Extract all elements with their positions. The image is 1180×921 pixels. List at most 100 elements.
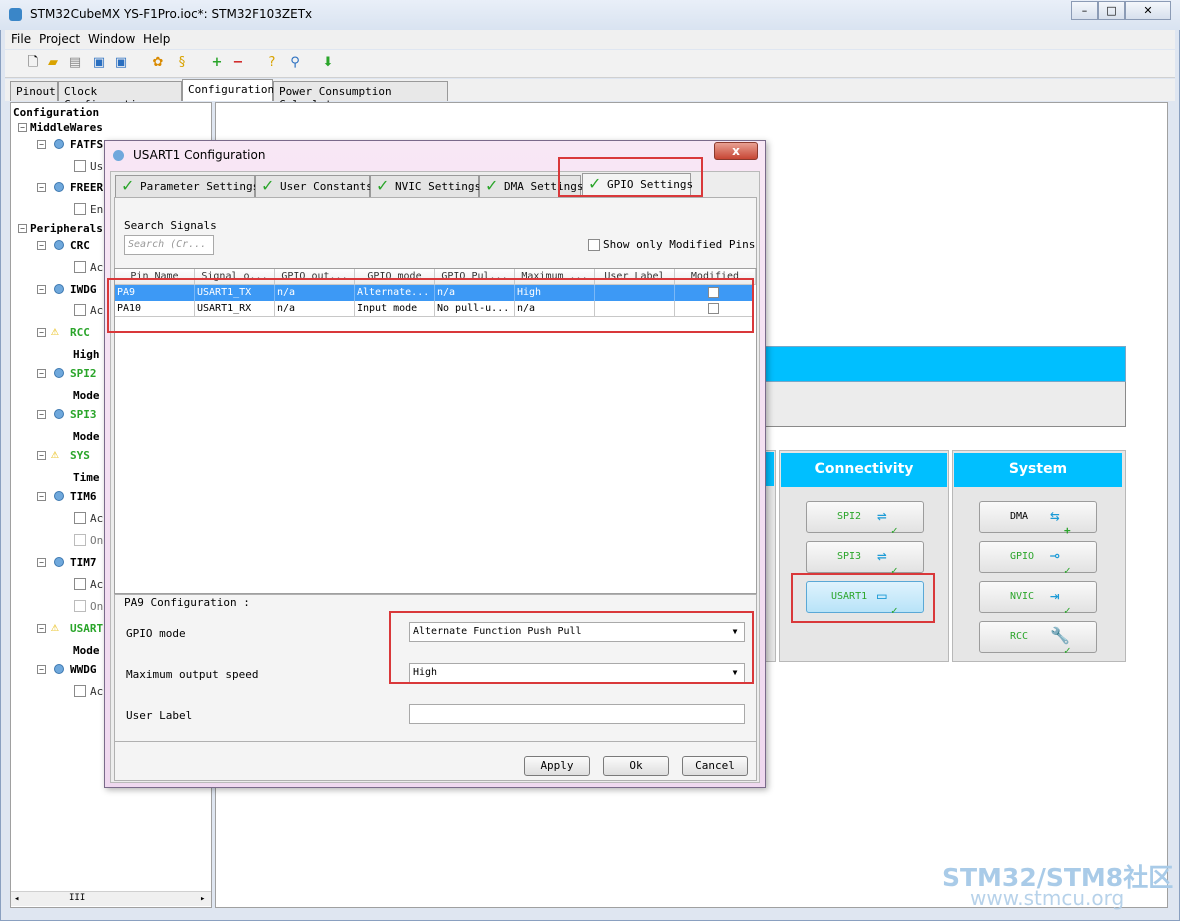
dialog-body: ✓ Parameter Settings ✓ User Constants ✓ NVI… xyxy=(110,171,760,783)
tab-clock-configuration[interactable]: Clock Configuration xyxy=(58,81,182,111)
checkbox[interactable] xyxy=(74,685,86,697)
tree-sub-label: Ac xyxy=(90,304,104,317)
tab-power-consumption[interactable]: Power Consumption Calculator xyxy=(273,81,448,111)
scroll-left-icon[interactable]: ◂ xyxy=(14,894,19,904)
toolbar: 🗋 ▰ ▤ ▣ ▣ ✿ § + − ? ⚲ ⬇ xyxy=(5,50,1175,78)
tree-item-tim6[interactable]: TIM6 xyxy=(70,490,97,503)
horizontal-scrollbar[interactable]: ◂ III ▸ xyxy=(11,891,211,906)
collapse-icon[interactable]: − xyxy=(37,558,46,567)
usart1-config-dialog: USART1 Configuration x ✓ Parameter Settin… xyxy=(104,140,766,788)
speed-label: Maximum output speed xyxy=(126,668,259,681)
cancel-button[interactable]: Cancel xyxy=(682,756,748,776)
collapse-icon[interactable]: − xyxy=(37,140,46,149)
collapse-icon[interactable]: − xyxy=(18,224,27,233)
save-icon[interactable]: ▣ xyxy=(91,55,107,71)
scroll-right-icon[interactable]: ▸ xyxy=(200,894,205,904)
tree-item-rcc[interactable]: RCC xyxy=(70,326,90,339)
tab-parameter-settings[interactable]: ✓ Parameter Settings xyxy=(115,175,259,197)
menu-window[interactable]: Window xyxy=(88,32,135,46)
tree-sub-label: Ac xyxy=(90,685,104,698)
copy-icon[interactable]: ▤ xyxy=(67,55,83,71)
ok-button[interactable]: Ok xyxy=(603,756,669,776)
tab-nvic-settings[interactable]: ✓ NVIC Settings xyxy=(370,175,481,197)
checkbox[interactable] xyxy=(74,261,86,273)
scroll-thumb[interactable]: III xyxy=(69,893,85,903)
checkbox[interactable] xyxy=(74,160,86,172)
report-icon[interactable]: § xyxy=(174,55,190,71)
user-label-input[interactable] xyxy=(409,704,745,724)
help-icon[interactable]: ? xyxy=(264,55,280,71)
collapse-icon[interactable]: − xyxy=(18,123,27,132)
tree-sub-label: On xyxy=(90,600,104,613)
tab-pinout[interactable]: Pinout xyxy=(10,81,58,101)
collapse-icon[interactable]: − xyxy=(37,328,46,337)
generate-icon[interactable]: ✿ xyxy=(150,55,166,71)
spi2-button[interactable]: SPI2 ⇌ ✓ xyxy=(806,501,924,537)
window-title: STM32CubeMX YS-F1Pro.ioc*: STM32F103ZETx xyxy=(30,7,313,21)
menu-file[interactable]: File xyxy=(11,32,31,46)
checkbox[interactable] xyxy=(74,203,86,215)
remove-icon[interactable]: − xyxy=(230,55,246,71)
collapse-icon[interactable]: − xyxy=(37,451,46,460)
tab-label: Parameter Settings xyxy=(140,180,260,193)
collapse-icon[interactable]: − xyxy=(37,665,46,674)
nvic-button[interactable]: NVIC ⇥ ✓ xyxy=(979,581,1097,617)
spi3-button[interactable]: SPI3 ⇌ ✓ xyxy=(806,541,924,577)
tree-sub-label: High xyxy=(73,348,100,361)
tree-item-wwdg[interactable]: WWDG xyxy=(70,663,97,676)
checkbox[interactable] xyxy=(74,304,86,316)
checkbox[interactable] xyxy=(74,534,86,546)
dialog-close-button[interactable]: x xyxy=(714,142,758,160)
menu-project[interactable]: Project xyxy=(39,32,80,46)
apply-button[interactable]: Apply xyxy=(524,756,590,776)
collapse-icon[interactable]: − xyxy=(37,241,46,250)
check-icon: ✓ xyxy=(1064,644,1071,657)
button-label: SPI3 xyxy=(837,551,862,562)
tree-item-spi2[interactable]: SPI2 xyxy=(70,367,97,380)
maximize-button[interactable]: □ xyxy=(1098,1,1125,20)
search-input[interactable]: Search (Cr... xyxy=(124,235,214,255)
tree-middlewares[interactable]: MiddleWares xyxy=(30,121,103,134)
tree-peripherals[interactable]: Peripherals xyxy=(30,222,103,235)
gear-icon xyxy=(54,409,64,419)
open-folder-icon[interactable]: ▰ xyxy=(45,55,61,71)
tree-sub-label: On xyxy=(90,534,104,547)
collapse-icon[interactable]: − xyxy=(37,492,46,501)
collapse-icon[interactable]: − xyxy=(37,183,46,192)
save-all-icon[interactable]: ▣ xyxy=(113,55,129,71)
add-icon[interactable]: + xyxy=(209,55,225,71)
tree-sub-label: En xyxy=(90,203,104,216)
search-icon[interactable]: ⚲ xyxy=(287,55,303,71)
collapse-icon[interactable]: − xyxy=(37,410,46,419)
search-signals-label: Search Signals xyxy=(124,219,217,232)
system-panel: System DMA ⇆ + GPIO ⊸ ✓ NVIC ⇥ ✓ RCC 🔧 ✓ xyxy=(952,450,1126,662)
checkbox[interactable] xyxy=(74,578,86,590)
tree-item-freertos[interactable]: FREER xyxy=(70,181,103,194)
close-window-button[interactable]: ✕ xyxy=(1125,1,1171,20)
button-label: SPI2 xyxy=(837,511,862,522)
minimize-button[interactable]: – xyxy=(1071,1,1098,20)
dma-button[interactable]: DMA ⇆ + xyxy=(979,501,1097,537)
download-icon[interactable]: ⬇ xyxy=(320,55,336,71)
tab-configuration[interactable]: Configuration xyxy=(182,79,274,101)
checkbox[interactable] xyxy=(74,600,86,612)
collapse-icon[interactable]: − xyxy=(37,285,46,294)
tree-item-crc[interactable]: CRC xyxy=(70,239,90,252)
check-icon: ✓ xyxy=(485,176,499,195)
new-file-icon[interactable]: 🗋 xyxy=(25,55,41,71)
tree-item-usart[interactable]: USART xyxy=(70,622,103,635)
tree-item-iwdg[interactable]: IWDG xyxy=(70,283,97,296)
tree-item-spi3[interactable]: SPI3 xyxy=(70,408,97,421)
rcc-button[interactable]: RCC 🔧 ✓ xyxy=(979,621,1097,657)
menu-help[interactable]: Help xyxy=(143,32,170,46)
checkbox[interactable] xyxy=(74,512,86,524)
gpio-button[interactable]: GPIO ⊸ ✓ xyxy=(979,541,1097,577)
collapse-icon[interactable]: − xyxy=(37,369,46,378)
collapse-icon[interactable]: − xyxy=(37,624,46,633)
tree-item-fatfs[interactable]: FATFS xyxy=(70,138,103,151)
system-title: System xyxy=(954,453,1122,487)
show-modified-checkbox[interactable] xyxy=(588,239,600,251)
tab-user-constants[interactable]: ✓ User Constants xyxy=(255,175,373,197)
tree-item-tim7[interactable]: TIM7 xyxy=(70,556,97,569)
tree-item-sys[interactable]: SYS xyxy=(70,449,90,462)
